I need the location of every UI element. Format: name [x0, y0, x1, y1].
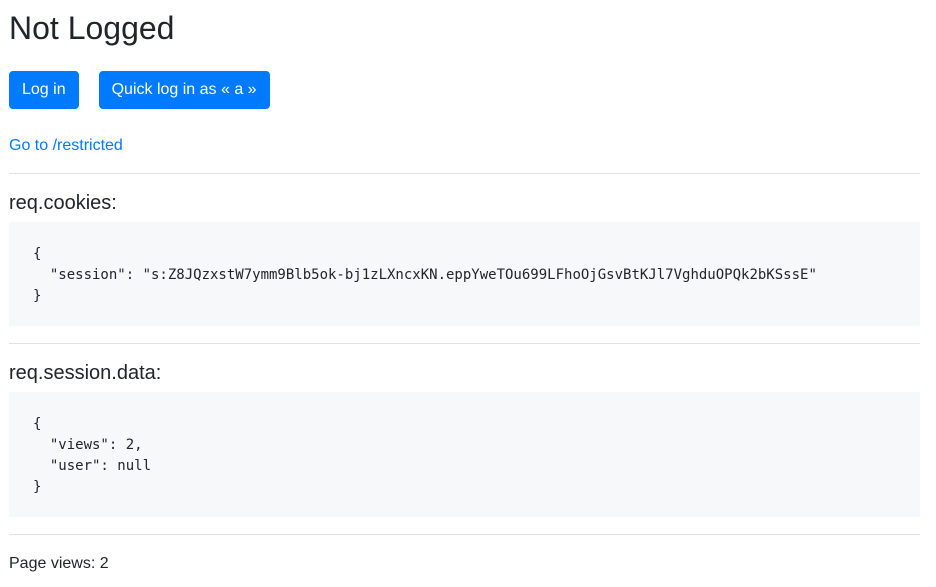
cookies-title: req.cookies:	[9, 192, 117, 214]
action-buttons: Log in Quick log in as « a »	[9, 71, 270, 109]
session-data-json: { "views": 2, "user": null }	[9, 392, 920, 517]
session-data-title: req.session.data:	[9, 362, 162, 384]
divider-bottom	[9, 534, 920, 535]
page-views-counter: Page views: 2	[9, 555, 109, 572]
cookies-json: { "session": "s:Z8JQzxstW7ymm9Blb5ok-bj1…	[9, 222, 920, 326]
divider-middle	[9, 343, 920, 344]
divider-top	[9, 173, 920, 174]
page-title: Not Logged	[9, 10, 175, 46]
quick-login-button[interactable]: Quick log in as « a »	[98, 71, 270, 109]
login-button[interactable]: Log in	[9, 71, 79, 109]
restricted-link[interactable]: Go to /restricted	[9, 136, 123, 156]
